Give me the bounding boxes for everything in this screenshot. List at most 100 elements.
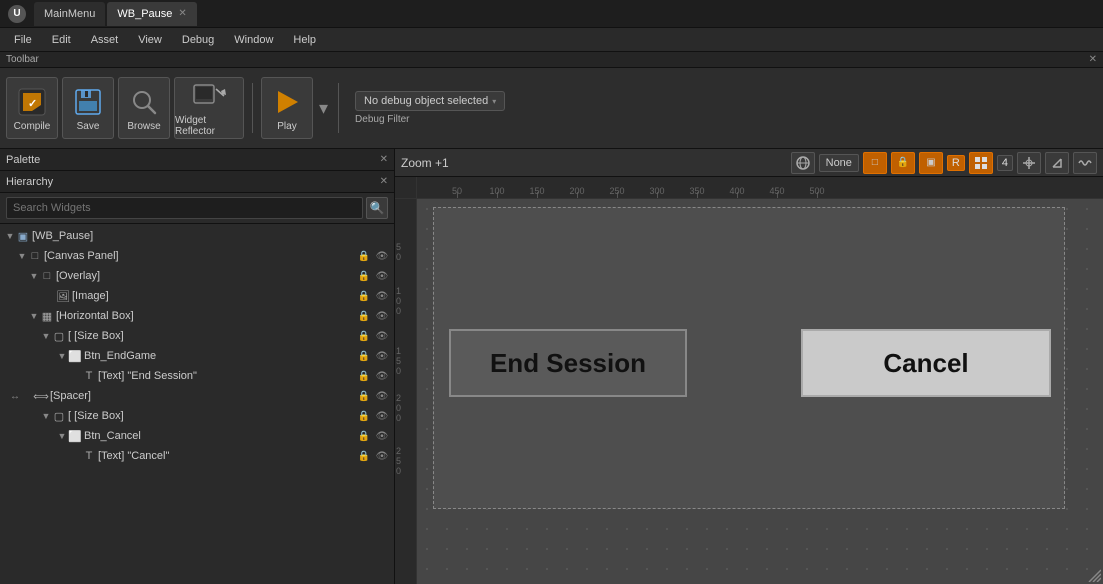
tree-item-size-box-1[interactable]: ▼ ▢ [ [Size Box] 🔒 👁 xyxy=(0,326,394,346)
end-session-label: End Session xyxy=(490,348,646,379)
eye-icon[interactable]: 👁 xyxy=(374,308,390,324)
r-tool-button[interactable]: R xyxy=(947,155,965,171)
lock-icon[interactable]: 🔒 xyxy=(356,408,372,424)
palette-close-icon[interactable]: ✕ xyxy=(380,154,388,165)
lock-icon[interactable]: 🔒 xyxy=(356,448,372,464)
play-button[interactable]: Play xyxy=(261,77,313,139)
tree-label: [ [Size Box] xyxy=(68,410,356,422)
tree-item-btn-cancel[interactable]: ▼ ⬜ Btn_Cancel 🔒 👁 xyxy=(0,426,394,446)
tab-wb-pause[interactable]: WB_Pause ✕ xyxy=(107,2,196,26)
eye-icon[interactable]: 👁 xyxy=(374,388,390,404)
widget-icon: ▣ xyxy=(16,229,30,243)
debug-dropdown[interactable]: No debug object selected ▾ xyxy=(355,91,505,111)
lock-icon[interactable]: 🔒 xyxy=(356,348,372,364)
lock-icon[interactable]: 🔒 xyxy=(356,388,372,404)
menu-edit[interactable]: Edit xyxy=(42,32,81,48)
resize-handle-icon[interactable] xyxy=(1085,566,1101,582)
tree-item-overlay[interactable]: ▼ □ [Overlay] 🔒 👁 xyxy=(0,266,394,286)
menu-help[interactable]: Help xyxy=(283,32,326,48)
save-button[interactable]: Save xyxy=(62,77,114,139)
crosshair-tool-button[interactable] xyxy=(1017,152,1041,174)
eye-icon[interactable]: 👁 xyxy=(374,328,390,344)
eye-icon[interactable]: 👁 xyxy=(374,248,390,264)
x-ruler: 50 100 150 200 250 300 350 400 450 500 xyxy=(417,177,1103,199)
expand-icon[interactable]: ▼ xyxy=(40,330,52,342)
menu-window[interactable]: Window xyxy=(224,32,283,48)
lock-icon[interactable]: 🔒 xyxy=(356,288,372,304)
tree-item-size-box-2[interactable]: ▼ ▢ [ [Size Box] 🔒 👁 xyxy=(0,406,394,426)
canvas-grid[interactable]: End Session Cancel xyxy=(417,199,1103,584)
tree-actions: 🔒 👁 xyxy=(356,368,390,384)
svg-text:✓: ✓ xyxy=(28,98,37,110)
toolbar-title-bar: Toolbar ✕ xyxy=(0,52,1103,68)
tree-actions: 🔒 👁 xyxy=(356,388,390,404)
cancel-label: Cancel xyxy=(883,348,968,379)
expand-icon[interactable]: ▼ xyxy=(28,310,40,322)
widget-reflector-icon xyxy=(192,79,226,113)
tree-item-spacer[interactable]: ↔ ▶ ⟺ [Spacer] 🔒 👁 xyxy=(0,386,394,406)
eye-icon[interactable]: 👁 xyxy=(374,348,390,364)
eye-icon[interactable]: 👁 xyxy=(374,448,390,464)
compile-button[interactable]: ✓ Compile xyxy=(6,77,58,139)
end-session-button[interactable]: End Session xyxy=(449,329,687,397)
menu-view[interactable]: View xyxy=(128,32,172,48)
save-label: Save xyxy=(77,121,100,132)
eye-icon[interactable]: 👁 xyxy=(374,268,390,284)
browse-button[interactable]: Browse xyxy=(118,77,170,139)
expand-icon[interactable]: ▼ xyxy=(40,410,52,422)
tab-label-wb-pause: WB_Pause xyxy=(117,8,172,20)
tree-item-text-end-session[interactable]: ▶ T [Text] "End Session" 🔒 👁 xyxy=(0,366,394,386)
tree-item-image[interactable]: ▶ 🖼 [Image] 🔒 👁 xyxy=(0,286,394,306)
search-input[interactable] xyxy=(6,197,363,219)
lock-icon[interactable]: 🔒 xyxy=(356,268,372,284)
menu-file[interactable]: File xyxy=(4,32,42,48)
tree-item-wb-pause[interactable]: ▼ ▣ [WB_Pause] xyxy=(0,226,394,246)
widget-reflector-button[interactable]: Widget Reflector xyxy=(174,77,244,139)
eye-icon[interactable]: 👁 xyxy=(374,368,390,384)
resize-tool-button[interactable] xyxy=(1045,152,1069,174)
hierarchy-close-icon[interactable]: ✕ xyxy=(380,176,388,187)
eye-icon[interactable]: 👁 xyxy=(374,288,390,304)
expand-icon[interactable]: ▼ xyxy=(4,230,16,242)
widget-icon: □ xyxy=(40,269,54,283)
tree-item-horizontal-box[interactable]: ▼ ▦ [Horizontal Box] 🔒 👁 xyxy=(0,306,394,326)
lock-icon[interactable]: 🔒 xyxy=(356,308,372,324)
expand-icon[interactable]: ▼ xyxy=(16,250,28,262)
expand-icon[interactable]: ▼ xyxy=(56,350,68,362)
expand-icon: ▶ xyxy=(70,450,82,462)
grid-tool-button[interactable] xyxy=(969,152,993,174)
tree-actions: 🔒 👁 xyxy=(356,328,390,344)
lock-icon[interactable]: 🔒 xyxy=(356,368,372,384)
globe-tool-button[interactable] xyxy=(791,152,815,174)
num-tool[interactable]: 4 xyxy=(997,155,1013,171)
box-tool-button[interactable]: ▣ xyxy=(919,152,943,174)
tree-item-canvas-panel[interactable]: ▼ □ [Canvas Panel] 🔒 👁 xyxy=(0,246,394,266)
palette-header: Palette ✕ xyxy=(0,149,394,171)
expand-icon[interactable]: ▼ xyxy=(56,430,68,442)
tree-label: [Text] "Cancel" xyxy=(98,450,356,462)
lock-icon[interactable]: 🔒 xyxy=(356,428,372,444)
text-icon: T xyxy=(82,369,96,383)
search-button[interactable]: 🔍 xyxy=(366,197,388,219)
lock-tool-button[interactable]: 🔒 xyxy=(891,152,915,174)
cancel-button[interactable]: Cancel xyxy=(801,329,1051,397)
square-tool-button[interactable]: □ xyxy=(863,152,887,174)
none-button[interactable]: None xyxy=(819,154,859,172)
eye-icon[interactable]: 👁 xyxy=(374,408,390,424)
expand-icon[interactable]: ▼ xyxy=(28,270,40,282)
tree-item-btn-end-game[interactable]: ▼ ⬜ Btn_EndGame 🔒 👁 xyxy=(0,346,394,366)
tree-label: [Overlay] xyxy=(56,270,356,282)
hierarchy-title: Hierarchy xyxy=(6,176,53,188)
lock-icon[interactable]: 🔒 xyxy=(356,328,372,344)
menu-asset[interactable]: Asset xyxy=(81,32,129,48)
tree-item-text-cancel[interactable]: ▶ T [Text] "Cancel" 🔒 👁 xyxy=(0,446,394,466)
menu-debug[interactable]: Debug xyxy=(172,32,224,48)
wave-tool-button[interactable] xyxy=(1073,152,1097,174)
close-tab-icon[interactable]: ✕ xyxy=(178,8,186,19)
play-dropdown-arrow[interactable]: ▾ xyxy=(319,98,328,119)
tab-main-menu[interactable]: MainMenu xyxy=(34,2,105,26)
lock-icon[interactable]: 🔒 xyxy=(356,248,372,264)
widget-icon: ▦ xyxy=(40,309,54,323)
toolbar-close-icon[interactable]: ✕ xyxy=(1089,54,1097,65)
eye-icon[interactable]: 👁 xyxy=(374,428,390,444)
